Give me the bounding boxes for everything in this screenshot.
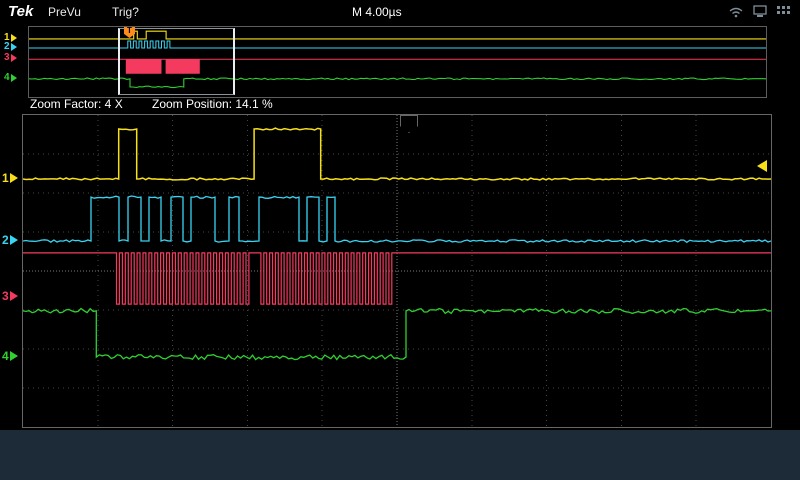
app-grid-icon [776, 5, 790, 23]
main-waveform-display [22, 115, 772, 427]
remote-display-icon [752, 5, 768, 23]
ch4-arrow-icon [9, 351, 18, 361]
readout-bar: CH1 2.00V BW CH2 2.00V BW CH3 2.00V CH4 … [0, 428, 800, 480]
ch3-arrow-icon [10, 53, 17, 62]
zoom-factor-readout: Zoom Factor: 4 X [30, 97, 123, 111]
wifi-icon [728, 5, 744, 23]
trigger-status: Trig? [112, 5, 139, 19]
top-status-bar: Tek PreVu Trig? M 4.00µs [0, 0, 800, 24]
zoom-window-bracket[interactable] [118, 28, 235, 95]
ch4-marker-overview[interactable]: 4 [4, 72, 17, 83]
ch2-marker-main[interactable]: 2 [2, 233, 18, 247]
ch2-arrow-icon [9, 235, 18, 245]
ch3-marker-overview[interactable]: 3 [4, 52, 17, 63]
ch1-marker-main[interactable]: 1 [2, 171, 18, 185]
ch3-marker-main[interactable]: 3 [2, 289, 18, 303]
trace-ch3 [23, 252, 771, 305]
ch4-arrow-icon [10, 73, 17, 82]
tek-logo: Tek [8, 3, 34, 20]
main-timebase-readout: M 4.00µs [352, 5, 402, 19]
main-graticule [22, 114, 772, 428]
ch1-trigger-level-arrow[interactable] [757, 160, 767, 172]
acquisition-status: PreVu [48, 5, 81, 19]
oscilloscope-screen: Tek PreVu Trig? M 4.00µs T 1 2 3 4 Zoom … [0, 0, 800, 480]
zoom-info-row: Zoom Factor: 4 X Zoom Position: 14.1 % [0, 97, 800, 113]
ch4-marker-main[interactable]: 4 [2, 349, 18, 363]
ch3-arrow-icon [9, 291, 18, 301]
zoom-position-readout: Zoom Position: 14.1 % [152, 97, 273, 111]
ch1-arrow-icon [9, 173, 18, 183]
ch2-marker-overview[interactable]: 2 [4, 41, 17, 52]
ch2-arrow-icon [10, 42, 17, 51]
